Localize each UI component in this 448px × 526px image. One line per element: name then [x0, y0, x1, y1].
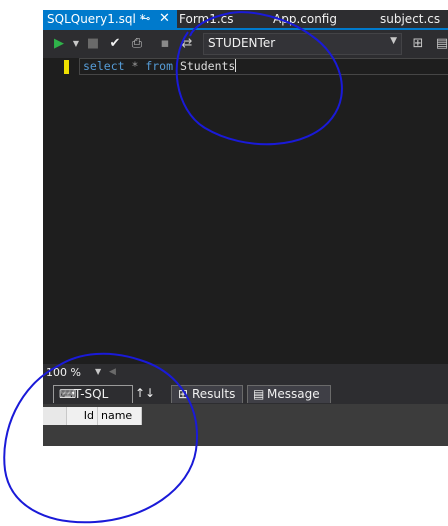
message-icon: ▤: [253, 387, 265, 401]
pin-icon[interactable]: ⊸: [141, 10, 150, 28]
zoom-level[interactable]: 100 %: [46, 366, 81, 379]
database-select[interactable]: STUDENTer ▼: [203, 33, 402, 55]
code-keyword-from: from: [145, 59, 174, 73]
code-text: select * from Students: [83, 59, 237, 74]
query-editor[interactable]: select * from Students: [43, 58, 448, 364]
code-table-name: Students: [173, 59, 236, 73]
tab-form1[interactable]: Form1.cs: [179, 10, 234, 28]
text-caret: [235, 59, 237, 72]
tab-app-config[interactable]: App.config: [273, 10, 337, 28]
editor-status-bar: 100 % ▼ ◀: [43, 364, 448, 382]
results-to-icon[interactable]: ⊞: [410, 36, 426, 52]
close-icon[interactable]: ✕: [159, 10, 170, 28]
execute-icon[interactable]: ▶: [51, 36, 67, 52]
tab-messages-label: Message: [267, 387, 320, 401]
tab-subject[interactable]: subject.cs: [380, 10, 440, 28]
column-header-id[interactable]: Id: [67, 407, 98, 425]
row-header-corner[interactable]: [43, 407, 67, 425]
connect-icon[interactable]: ▪: [157, 36, 173, 52]
sql-editor-toolbar: ▶ ▼ ■ ✔ ⎙ ▪ ⇄ STUDENTer ▼ ⊞ ▤: [43, 30, 448, 58]
tab-results[interactable]: ⊞ Results: [171, 385, 243, 403]
zoom-dropdown-icon[interactable]: ▼: [95, 367, 101, 376]
tab-sqlquery1[interactable]: SQLQuery1.sql * ⊸ ✕: [43, 10, 177, 28]
ssms-window: SQLQuery1.sql * ⊸ ✕ Form1.cs App.config …: [43, 10, 448, 446]
grid-header-row: Id name: [43, 407, 142, 425]
parse-checkmark-icon[interactable]: ✔: [107, 36, 123, 52]
change-connection-icon[interactable]: ⇄: [179, 36, 195, 52]
chevron-down-icon: ▼: [390, 36, 397, 46]
database-select-value: STUDENTer: [208, 36, 276, 50]
code-keyword-select: select: [83, 59, 125, 73]
dropdown-arrow-icon[interactable]: ▼: [68, 36, 84, 52]
grid-icon: ⊞: [178, 387, 189, 401]
tab-tsql[interactable]: ⌨ T-SQL: [53, 385, 133, 403]
display-plan-icon[interactable]: ⎙: [129, 36, 145, 52]
results-grid: Id name: [43, 404, 448, 446]
toolbar-overflow-icon[interactable]: ▤: [434, 36, 448, 52]
results-tab-strip: ⌨ T-SQL ↑↓ ⊞ Results ▤ Message: [43, 382, 448, 404]
sort-button[interactable]: ↑↓: [135, 385, 155, 402]
change-indicator: [64, 60, 69, 74]
document-tab-strip: SQLQuery1.sql * ⊸ ✕ Form1.cs App.config …: [43, 10, 448, 30]
scroll-left-icon[interactable]: ◀: [109, 367, 116, 377]
column-header-name[interactable]: name: [98, 407, 142, 425]
code-star: *: [124, 59, 146, 73]
tab-tsql-label: T-SQL: [74, 387, 109, 401]
tab-results-label: Results: [192, 387, 236, 401]
tab-messages[interactable]: ▤ Message: [247, 385, 331, 403]
tab-label: SQLQuery1.sql *: [47, 12, 146, 26]
code-line-1[interactable]: select * from Students: [79, 58, 448, 75]
stop-icon[interactable]: ■: [85, 36, 101, 52]
